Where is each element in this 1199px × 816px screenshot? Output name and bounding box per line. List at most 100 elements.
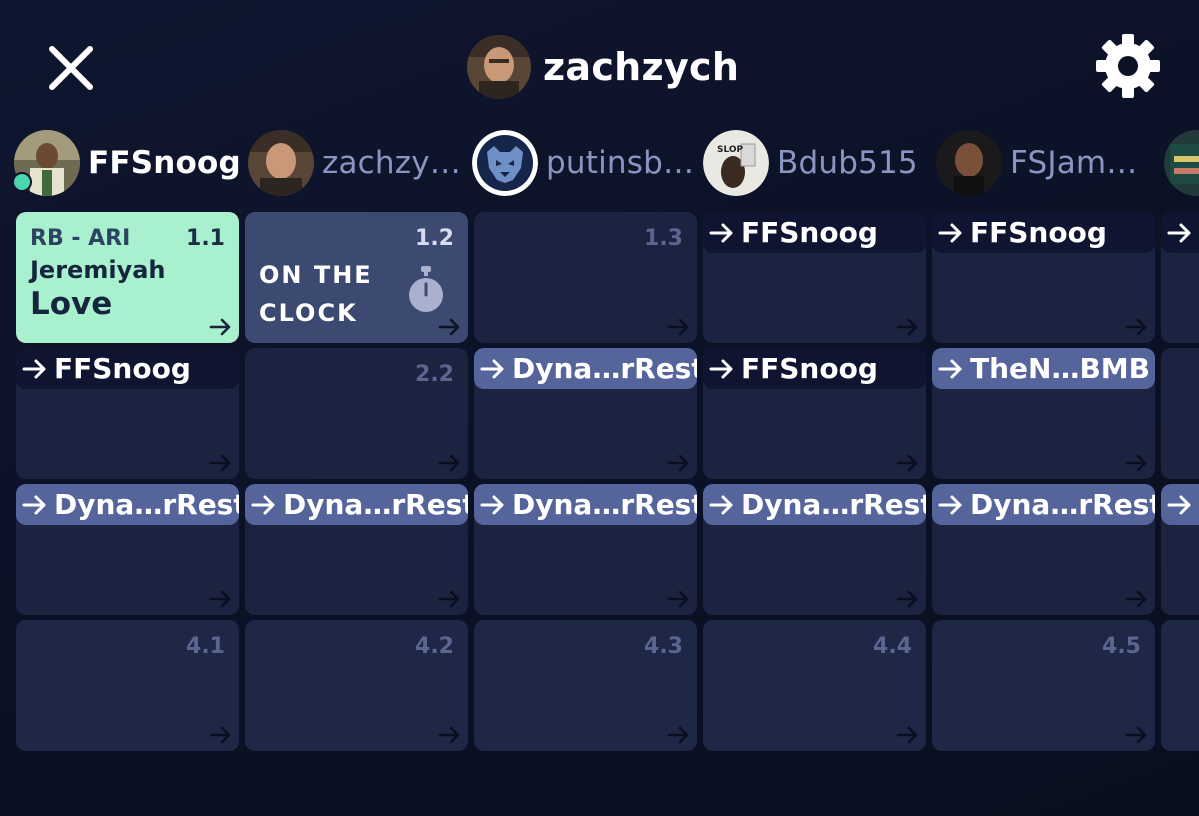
pick-cell-1-1[interactable]: RB - ARI 1.1 Jeremiyah Love xyxy=(16,212,239,343)
team-avatar xyxy=(248,130,314,196)
arrow-right-icon xyxy=(438,454,460,472)
pick-cell-3-2[interactable]: Dyna…rRest xyxy=(245,484,468,615)
traded-pick-badge: FFSnoog xyxy=(703,348,926,389)
pick-cell-1-4[interactable]: FFSnoog xyxy=(703,212,926,343)
svg-text:SLOP: SLOP xyxy=(717,145,744,155)
arrow-right-icon xyxy=(667,726,689,744)
traded-to-owner: Dyna…rRest xyxy=(54,488,239,521)
pick-cell-3-6-partial[interactable] xyxy=(1161,484,1199,615)
pick-cell-3-4[interactable]: Dyna…rRest xyxy=(703,484,926,615)
close-icon xyxy=(49,46,93,90)
pick-cell-2-5[interactable]: TheN…BMB xyxy=(932,348,1155,479)
traded-pick-badge: FFSnoog xyxy=(703,212,926,253)
pick-cell-3-3[interactable]: Dyna…rRest xyxy=(474,484,697,615)
pick-cell-2-6-partial[interactable] xyxy=(1161,348,1199,479)
traded-to-owner: FFSnoog xyxy=(741,216,878,249)
pick-cell-4-5[interactable]: 4.5 xyxy=(932,620,1155,751)
on-the-clock-label: ON THE CLOCK xyxy=(259,261,373,327)
pick-cell-1-6-partial[interactable] xyxy=(1161,212,1199,343)
arrow-right-icon xyxy=(480,495,504,514)
arrow-right-icon xyxy=(209,454,231,472)
traded-to-owner: FFSnoog xyxy=(54,352,191,385)
settings-button[interactable] xyxy=(1094,32,1162,100)
team-avatar xyxy=(472,130,538,196)
team-name: FFSnoog xyxy=(88,145,241,181)
player-last-name: Love xyxy=(30,286,113,322)
pick-cell-2-2[interactable]: 2.2 xyxy=(245,348,468,479)
pick-number: 4.3 xyxy=(644,634,683,659)
arrow-right-icon xyxy=(1125,454,1147,472)
arrow-right-icon xyxy=(1167,223,1191,242)
team-avatar xyxy=(936,130,1002,196)
traded-to-owner: Dyna…rRest xyxy=(512,352,697,385)
pick-cell-1-5[interactable]: FFSnoog xyxy=(932,212,1155,343)
arrow-right-icon xyxy=(709,495,733,514)
pick-number: 4.4 xyxy=(873,634,912,659)
team-avatar xyxy=(12,130,80,196)
team-bdub515[interactable]: SLOP Bdub515 xyxy=(703,130,918,196)
traded-pick-badge xyxy=(1161,484,1199,525)
online-indicator xyxy=(12,172,32,192)
arrow-right-icon xyxy=(709,359,733,378)
pick-cell-4-2[interactable]: 4.2 xyxy=(245,620,468,751)
pick-cell-2-3[interactable]: Dyna…rRest xyxy=(474,348,697,479)
arrow-right-icon xyxy=(1125,726,1147,744)
traded-to-owner: Dyna…rRest xyxy=(283,488,468,521)
draft-board-screen: zachzych FFSnoog zachzy… putinsb… SLOP B… xyxy=(0,0,1199,816)
traded-to-owner: Dyna…rRest xyxy=(741,488,926,521)
team-ffsnoog[interactable]: FFSnoog xyxy=(12,130,241,196)
pick-number: 1.3 xyxy=(644,226,683,251)
traded-pick-badge xyxy=(1161,212,1199,253)
team-name: Bdub515 xyxy=(777,145,918,181)
player-first-name: Jeremiyah xyxy=(30,256,166,284)
pick-cell-4-6-partial[interactable] xyxy=(1161,620,1199,751)
arrow-right-icon xyxy=(896,318,918,336)
pick-number: 1.2 xyxy=(415,226,454,251)
arrow-right-icon xyxy=(22,359,46,378)
close-button[interactable] xyxy=(46,44,96,92)
arrow-right-icon xyxy=(1125,318,1147,336)
pick-number: 4.1 xyxy=(186,634,225,659)
traded-pick-badge: FFSnoog xyxy=(16,348,239,389)
team-name: FSJam… xyxy=(1010,145,1138,181)
arrow-right-icon xyxy=(22,495,46,514)
arrow-right-icon xyxy=(438,590,460,608)
team-partial[interactable] xyxy=(1164,130,1199,196)
pick-cell-4-1[interactable]: 4.1 xyxy=(16,620,239,751)
pick-cell-2-1[interactable]: FFSnoog xyxy=(16,348,239,479)
pick-cell-1-2[interactable]: 1.2 ON THE CLOCK xyxy=(245,212,468,343)
pick-cell-2-4[interactable]: FFSnoog xyxy=(703,348,926,479)
arrow-right-icon xyxy=(1125,590,1147,608)
pick-cell-3-1[interactable]: Dyna…rRest xyxy=(16,484,239,615)
team-fsjam[interactable]: FSJam… xyxy=(936,130,1138,196)
traded-pick-badge: Dyna…rRest xyxy=(474,348,697,389)
arrow-right-icon xyxy=(209,318,231,336)
arrow-right-icon xyxy=(938,359,962,378)
pick-number: 4.5 xyxy=(1102,634,1141,659)
pick-number: 2.2 xyxy=(415,362,454,387)
traded-to-owner: Dyna…rRest xyxy=(512,488,697,521)
team-putinsb[interactable]: putinsb… xyxy=(472,130,694,196)
arrow-right-icon xyxy=(938,495,962,514)
arrow-right-icon xyxy=(667,318,689,336)
player-position: RB - ARI xyxy=(30,226,131,251)
pick-cell-1-3[interactable]: 1.3 xyxy=(474,212,697,343)
user-avatar xyxy=(467,35,531,99)
traded-pick-badge: Dyna…rRest xyxy=(16,484,239,525)
arrow-right-icon xyxy=(667,590,689,608)
traded-to-owner: FFSnoog xyxy=(741,352,878,385)
team-name: zachzy… xyxy=(322,145,461,181)
team-avatar xyxy=(1164,130,1199,196)
arrow-right-icon xyxy=(896,726,918,744)
traded-pick-badge: Dyna…rRest xyxy=(245,484,468,525)
arrow-right-icon xyxy=(896,454,918,472)
team-name: putinsb… xyxy=(546,145,695,181)
pick-cell-4-4[interactable]: 4.4 xyxy=(703,620,926,751)
arrow-right-icon xyxy=(667,454,689,472)
team-zachzych[interactable]: zachzy… xyxy=(248,130,461,196)
pick-cell-4-3[interactable]: 4.3 xyxy=(474,620,697,751)
arrow-right-icon xyxy=(438,318,460,336)
pick-cell-3-5[interactable]: Dyna…rRest xyxy=(932,484,1155,615)
arrow-right-icon xyxy=(709,223,733,242)
traded-pick-badge: Dyna…rRest xyxy=(474,484,697,525)
